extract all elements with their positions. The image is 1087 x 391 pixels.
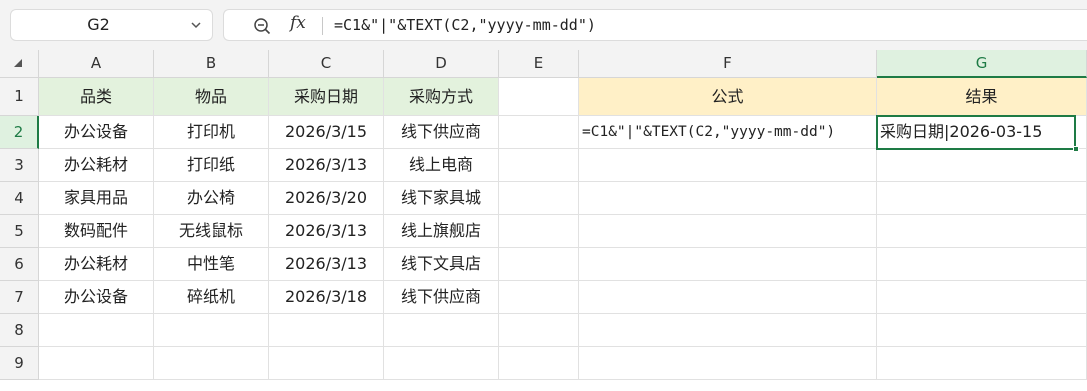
table-cell[interactable]: 无线鼠标 (154, 215, 269, 248)
select-all-triangle-icon (14, 59, 22, 67)
table-cell[interactable]: 2026/3/15 (269, 116, 384, 149)
table-cell[interactable]: 办公设备 (39, 116, 154, 149)
cell-c8[interactable] (269, 314, 384, 347)
cell-e7[interactable] (499, 281, 579, 314)
cell-a8[interactable] (39, 314, 154, 347)
name-box[interactable]: G2 (10, 9, 213, 41)
row-header-8[interactable]: 8 (0, 314, 39, 347)
cell-g9[interactable] (877, 347, 1087, 380)
cell-f5[interactable] (579, 215, 877, 248)
row-header-6[interactable]: 6 (0, 248, 39, 281)
table-cell[interactable]: 碎纸机 (154, 281, 269, 314)
formula-input[interactable]: =C1&"|"&TEXT(C2,"yyyy-mm-dd") (334, 10, 596, 40)
row-header-7[interactable]: 7 (0, 281, 39, 314)
table-cell[interactable]: 打印机 (154, 116, 269, 149)
cell-b8[interactable] (154, 314, 269, 347)
table-cell[interactable]: 打印纸 (154, 149, 269, 182)
cell-g6[interactable] (877, 248, 1087, 281)
table-cell[interactable]: 线下供应商 (384, 116, 499, 149)
row-header-4[interactable]: 4 (0, 182, 39, 215)
table-cell[interactable]: 线下家具城 (384, 182, 499, 215)
table-cell[interactable]: 办公耗材 (39, 248, 154, 281)
cell-g8[interactable] (877, 314, 1087, 347)
table-cell[interactable]: 办公耗材 (39, 149, 154, 182)
table-cell[interactable]: 2026/3/13 (269, 248, 384, 281)
column-header-b[interactable]: B (154, 50, 269, 78)
cell-c9[interactable] (269, 347, 384, 380)
cell-g5[interactable] (877, 215, 1087, 248)
table-cell[interactable]: 线下供应商 (384, 281, 499, 314)
cell-g3[interactable] (877, 149, 1087, 182)
table-cell[interactable]: 中性笔 (154, 248, 269, 281)
cell-e8[interactable] (499, 314, 579, 347)
cell-f3[interactable] (579, 149, 877, 182)
column-header-d[interactable]: D (384, 50, 499, 78)
cell-f7[interactable] (579, 281, 877, 314)
table-cell[interactable]: 2026/3/20 (269, 182, 384, 215)
table-cell[interactable]: 线下文具店 (384, 248, 499, 281)
table-header-cell[interactable]: 采购方式 (384, 78, 499, 116)
table-cell[interactable]: 办公椅 (154, 182, 269, 215)
cell-e3[interactable] (499, 149, 579, 182)
cell-d9[interactable] (384, 347, 499, 380)
cell-f6[interactable] (579, 248, 877, 281)
table-cell[interactable]: 2026/3/18 (269, 281, 384, 314)
cell-g4[interactable] (877, 182, 1087, 215)
result-cell[interactable]: 采购日期|2026-03-15 (877, 116, 1087, 149)
table-cell[interactable]: 办公设备 (39, 281, 154, 314)
cell-f9[interactable] (579, 347, 877, 380)
table-header-cell[interactable]: 物品 (154, 78, 269, 116)
cell-b9[interactable] (154, 347, 269, 380)
formula-bar[interactable]: fx =C1&"|"&TEXT(C2,"yyyy-mm-dd") (223, 9, 1087, 41)
formula-text-cell[interactable]: =C1&"|"&TEXT(C2,"yyyy-mm-dd") (579, 116, 877, 149)
cell-a9[interactable] (39, 347, 154, 380)
row-header-1[interactable]: 1 (0, 78, 39, 116)
select-all-corner[interactable] (0, 50, 39, 78)
column-header-g[interactable]: G (877, 50, 1087, 78)
row-header-3[interactable]: 3 (0, 149, 39, 182)
table-cell[interactable]: 2026/3/13 (269, 215, 384, 248)
table-cell[interactable]: 2026/3/13 (269, 149, 384, 182)
cell-e6[interactable] (499, 248, 579, 281)
table-header-cell[interactable]: 采购日期 (269, 78, 384, 116)
cell-e1[interactable] (499, 78, 579, 116)
column-header-f[interactable]: F (579, 50, 877, 78)
column-header-e[interactable]: E (499, 50, 579, 78)
table-cell[interactable]: 线上电商 (384, 149, 499, 182)
name-box-value: G2 (87, 15, 110, 34)
row-header-5[interactable]: 5 (0, 215, 39, 248)
result-header-cell[interactable]: 结果 (877, 78, 1087, 116)
table-cell[interactable]: 数码配件 (39, 215, 154, 248)
chevron-down-icon[interactable] (188, 17, 204, 33)
row-header-2[interactable]: 2 (0, 116, 39, 149)
table-header-cell[interactable]: 品类 (39, 78, 154, 116)
table-cell[interactable]: 家具用品 (39, 182, 154, 215)
cell-e4[interactable] (499, 182, 579, 215)
formula-bar-divider (322, 17, 323, 35)
row-header-9[interactable]: 9 (0, 347, 39, 380)
cell-f8[interactable] (579, 314, 877, 347)
fx-icon[interactable]: fx (290, 13, 306, 33)
column-header-c[interactable]: C (269, 50, 384, 78)
cell-g7[interactable] (877, 281, 1087, 314)
cell-f4[interactable] (579, 182, 877, 215)
column-header-a[interactable]: A (39, 50, 154, 78)
cell-d8[interactable] (384, 314, 499, 347)
cell-e5[interactable] (499, 215, 579, 248)
cell-e9[interactable] (499, 347, 579, 380)
fill-handle[interactable] (1073, 146, 1079, 152)
cell-e2[interactable] (499, 116, 579, 149)
formula-toolbar: G2 fx =C1&"|"&TEXT(C2,"yyyy-mm-dd") (0, 0, 1087, 50)
table-cell[interactable]: 线上旗舰店 (384, 215, 499, 248)
zoom-icon[interactable] (252, 16, 272, 36)
formula-header-cell[interactable]: 公式 (579, 78, 877, 116)
